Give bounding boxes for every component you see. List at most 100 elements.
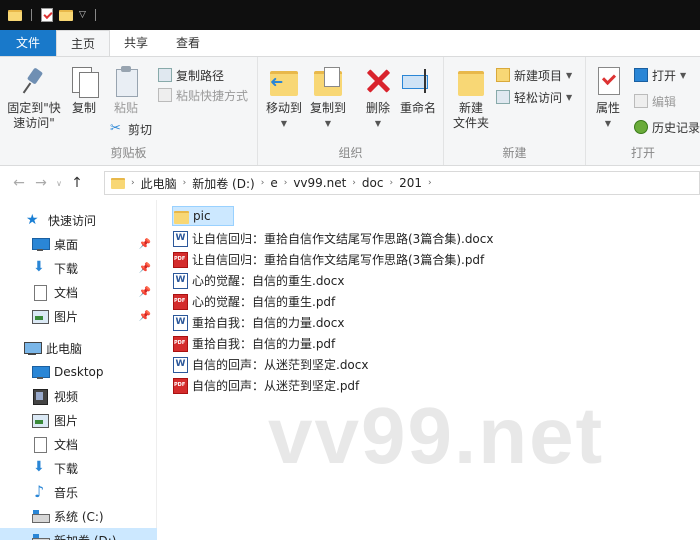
file-name: 心的觉醒：自信的重生.docx	[192, 273, 345, 288]
organize-group: 移动到 ▼ 复制到 ▼ 删除 ▼ 重命名 组织	[258, 57, 444, 165]
list-item-pdf[interactable]: 自信的回声：从迷茫到坚定.pdf	[172, 375, 359, 395]
breadcrumb-e[interactable]: e	[270, 176, 277, 190]
nav-this-pc[interactable]: 此电脑	[0, 336, 157, 360]
list-item-docx[interactable]: 心的觉醒：自信的重生.docx	[172, 270, 344, 290]
nav-label: 系统 (C:)	[54, 509, 104, 524]
file-name: 重拾自我：自信的力量.pdf	[192, 336, 336, 351]
drive-icon	[32, 533, 50, 540]
paste-button[interactable]: 粘贴	[108, 65, 144, 116]
chevron-right-icon[interactable]: ›	[183, 178, 187, 188]
file-name: 心的觉醒：自信的重生.pdf	[192, 294, 336, 309]
list-item-folder[interactable]: pic	[172, 206, 234, 226]
move-to-label: 移动到	[265, 101, 302, 115]
nav-item-documents-pc[interactable]: 文档	[0, 432, 157, 456]
move-to-button[interactable]: 移动到 ▼	[264, 65, 304, 131]
chevron-right-icon[interactable]: ›	[389, 178, 393, 188]
tab-share[interactable]: 共享	[110, 30, 162, 56]
chevron-right-icon[interactable]: ›	[284, 178, 288, 188]
copy-to-button[interactable]: 复制到 ▼	[306, 65, 350, 131]
nav-item-desktop-pc[interactable]: Desktop	[0, 360, 157, 384]
open-icon	[634, 68, 648, 82]
list-item-pdf[interactable]: 重拾自我：自信的力量.pdf	[172, 333, 335, 353]
delete-label: 删除	[365, 101, 390, 115]
nav-item-documents[interactable]: 文档 📌	[0, 280, 157, 304]
folder-icon[interactable]	[8, 9, 22, 21]
chevron-right-icon[interactable]: ›	[131, 178, 135, 188]
breadcrumb-drive-d[interactable]: 新加卷 (D:)	[192, 175, 254, 192]
nav-item-videos[interactable]: 视频	[0, 384, 157, 408]
new-folder-icon[interactable]	[59, 9, 73, 21]
paste-shortcut-button[interactable]: 粘贴快捷方式	[158, 85, 248, 105]
nav-item-music[interactable]: 音乐	[0, 480, 157, 504]
back-arrow-icon[interactable]: ←	[8, 175, 30, 191]
properties-icon	[592, 65, 624, 97]
file-name: 自信的回声：从迷茫到坚定.docx	[192, 357, 369, 372]
watermark: vv99.net	[268, 391, 605, 480]
list-item-pdf[interactable]: 让自信回归：重拾自信作文结尾写作思路(3篇合集).pdf	[172, 249, 484, 269]
list-item-pdf[interactable]: 心的觉醒：自信的重生.pdf	[172, 291, 335, 311]
pin-icon[interactable]: 📌	[139, 239, 151, 250]
up-arrow-icon[interactable]: ↑	[66, 175, 88, 191]
organize-group-label: 组织	[338, 146, 363, 160]
chevron-down-icon[interactable]: ▽	[79, 10, 86, 20]
copy-to-label: 复制到	[309, 101, 346, 115]
nav-label: 文档	[54, 437, 79, 452]
nav-item-downloads-pc[interactable]: 下载	[0, 456, 157, 480]
rename-button[interactable]: 重命名	[398, 65, 438, 116]
new-folder-button[interactable]: 新建 文件夹	[450, 65, 492, 131]
properties-icon[interactable]	[41, 8, 53, 22]
chevron-right-icon[interactable]: ›	[352, 178, 356, 188]
nav-item-drive-d[interactable]: 新加卷 (D:)	[0, 528, 157, 540]
recent-chevron-icon[interactable]: ∨	[52, 179, 66, 188]
list-item-docx[interactable]: 自信的回声：从迷茫到坚定.docx	[172, 354, 368, 374]
breadcrumb-vv99[interactable]: vv99.net	[293, 176, 346, 190]
nav-label: 图片	[54, 413, 79, 428]
nav-item-desktop[interactable]: 桌面 📌	[0, 232, 157, 256]
drive-icon	[32, 509, 50, 523]
pin-icon[interactable]: 📌	[139, 287, 151, 298]
tab-view[interactable]: 查看	[162, 30, 214, 56]
copy-path-label: 复制路径	[176, 68, 225, 83]
breadcrumb-this-pc[interactable]: 此电脑	[141, 175, 177, 192]
chevron-right-icon[interactable]: ›	[428, 178, 432, 188]
nav-item-pictures[interactable]: 图片 📌	[0, 304, 157, 328]
nav-item-drive-c[interactable]: 系统 (C:)	[0, 504, 157, 528]
easy-access-button[interactable]: 轻松访问 ▼	[496, 87, 572, 107]
nav-item-pictures-pc[interactable]: 图片	[0, 408, 157, 432]
nav-item-downloads[interactable]: 下载 📌	[0, 256, 157, 280]
chevron-down-icon: ▼	[566, 92, 573, 102]
list-item-docx[interactable]: 重拾自我：自信的力量.docx	[172, 312, 344, 332]
pin-quick-access-button[interactable]: 固定到"快 速访问"	[4, 65, 64, 131]
properties-button[interactable]: 属性 ▼	[590, 65, 626, 131]
pin-icon[interactable]: 📌	[139, 263, 151, 274]
edit-button[interactable]: 编辑	[634, 91, 676, 111]
easy-access-label: 轻松访问	[514, 90, 563, 105]
delete-button[interactable]: 删除 ▼	[360, 65, 396, 131]
separator	[31, 9, 32, 21]
list-item-docx[interactable]: 让自信回归：重拾自信作文结尾写作思路(3篇合集).docx	[172, 228, 493, 248]
history-button[interactable]: 历史记录	[634, 117, 700, 137]
new-item-button[interactable]: 新建项目 ▼	[496, 65, 572, 85]
forward-arrow-icon[interactable]: →	[30, 175, 52, 191]
copy-path-button[interactable]: 复制路径	[158, 65, 224, 85]
chevron-right-icon[interactable]: ›	[261, 178, 265, 188]
paste-shortcut-label: 粘贴快捷方式	[176, 88, 249, 103]
tab-file[interactable]: 文件	[0, 30, 56, 56]
open-group-label: 打开	[630, 146, 655, 160]
nav-quick-access[interactable]: ★ 快速访问	[0, 208, 157, 232]
open-button[interactable]: 打开 ▼	[634, 65, 686, 85]
pin-icon[interactable]: 📌	[139, 311, 151, 322]
breadcrumb-doc[interactable]: doc	[362, 176, 384, 190]
address-bar[interactable]: › 此电脑 › 新加卷 (D:) › e › vv99.net › doc › …	[104, 171, 700, 195]
delete-icon	[362, 65, 394, 97]
word-document-icon	[172, 272, 188, 289]
nav-label: 文档	[54, 285, 79, 300]
cut-button[interactable]: ✂ 剪切	[110, 119, 152, 139]
desktop-icon	[32, 365, 50, 379]
breadcrumb-201[interactable]: 201	[399, 176, 422, 190]
tab-home[interactable]: 主页	[56, 30, 111, 56]
music-icon	[32, 482, 48, 501]
ribbon: 固定到"快 速访问" 复制 粘贴 复制路径 粘贴快捷方式 ✂ 剪切 剪贴板 移动…	[0, 56, 700, 166]
copy-button[interactable]: 复制	[66, 65, 102, 116]
separator	[94, 9, 96, 21]
